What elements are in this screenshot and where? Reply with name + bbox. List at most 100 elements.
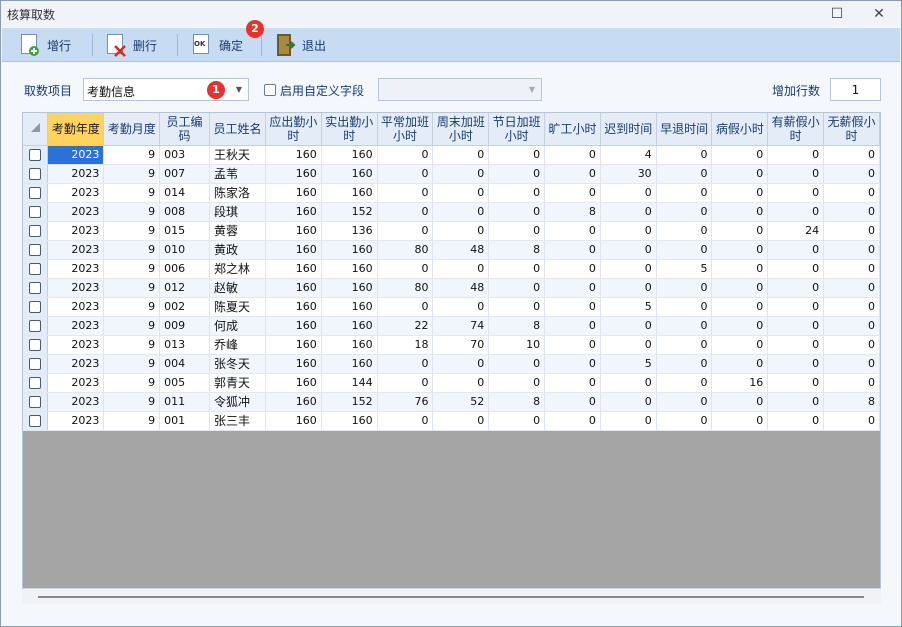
- table-cell[interactable]: 0: [544, 354, 601, 374]
- table-cell[interactable]: 9: [103, 183, 161, 203]
- table-cell[interactable]: 160: [265, 202, 322, 222]
- table-cell[interactable]: 0: [711, 335, 769, 355]
- table-cell[interactable]: 0: [544, 316, 601, 336]
- table-row[interactable]: 2023 9 006 郑之林 160 160 0 0 0 0 0 5 0 0 0: [23, 259, 880, 279]
- table-cell[interactable]: 013: [159, 335, 210, 355]
- table-cell[interactable]: 48: [432, 278, 490, 298]
- table-cell[interactable]: 0: [823, 221, 880, 241]
- table-cell[interactable]: 2023: [47, 164, 105, 184]
- table-cell[interactable]: 0: [377, 145, 434, 165]
- table-cell[interactable]: 2023: [47, 335, 105, 355]
- table-cell[interactable]: 2023: [47, 202, 105, 222]
- table-cell[interactable]: 0: [432, 183, 490, 203]
- custom-field-checkbox[interactable]: [264, 84, 276, 96]
- table-cell[interactable]: 9: [103, 392, 161, 412]
- table-cell[interactable]: 0: [656, 411, 713, 431]
- column-header[interactable]: 迟到时间: [600, 113, 657, 146]
- table-cell[interactable]: 0: [544, 259, 601, 279]
- table-cell[interactable]: 4: [600, 145, 657, 165]
- column-header[interactable]: 周末加班小时: [432, 113, 490, 146]
- table-cell[interactable]: 0: [544, 278, 601, 298]
- row-checkbox[interactable]: [29, 282, 42, 294]
- table-cell[interactable]: 郑之林: [209, 259, 266, 279]
- table-cell[interactable]: 160: [265, 145, 322, 165]
- column-header[interactable]: 员工编码: [159, 113, 210, 146]
- table-cell[interactable]: 0: [377, 373, 434, 393]
- table-cell[interactable]: 160: [321, 240, 378, 260]
- close-icon[interactable]: ✕: [869, 4, 889, 24]
- table-cell[interactable]: 160: [265, 278, 322, 298]
- table-cell[interactable]: 0: [544, 392, 601, 412]
- table-row[interactable]: 2023 9 013 乔峰 160 160 18 70 10 0 0 0 0 0 0: [23, 335, 880, 355]
- row-checkbox[interactable]: [29, 149, 42, 161]
- table-cell[interactable]: 0: [544, 164, 601, 184]
- table-cell[interactable]: 0: [600, 240, 657, 260]
- table-cell[interactable]: 0: [600, 316, 657, 336]
- table-cell[interactable]: 160: [265, 240, 322, 260]
- table-cell[interactable]: 0: [767, 335, 825, 355]
- table-cell[interactable]: 黄蓉: [209, 221, 266, 241]
- table-cell[interactable]: 孟苇: [209, 164, 266, 184]
- table-cell[interactable]: 160: [321, 145, 378, 165]
- table-cell[interactable]: 0: [656, 316, 713, 336]
- table-cell[interactable]: 0: [656, 164, 713, 184]
- row-checkbox-cell[interactable]: [23, 221, 49, 241]
- table-cell[interactable]: 007: [159, 164, 210, 184]
- table-cell[interactable]: 52: [432, 392, 490, 412]
- table-cell[interactable]: 48: [432, 240, 490, 260]
- table-cell[interactable]: 2023: [47, 240, 105, 260]
- table-cell[interactable]: 0: [711, 202, 769, 222]
- table-cell[interactable]: 0: [432, 202, 490, 222]
- table-cell[interactable]: 2023: [47, 411, 105, 431]
- table-row[interactable]: 2023 9 005 郭青天 160 144 0 0 0 0 0 0 16 0 0: [23, 373, 880, 393]
- add-row-button[interactable]: 增行: [19, 28, 71, 62]
- row-checkbox[interactable]: [29, 206, 42, 218]
- row-checkbox[interactable]: [29, 263, 42, 275]
- table-cell[interactable]: 0: [823, 411, 880, 431]
- table-cell[interactable]: 0: [711, 411, 769, 431]
- table-cell[interactable]: 令狐冲: [209, 392, 266, 412]
- add-rows-input[interactable]: 1: [830, 78, 881, 101]
- row-checkbox-cell[interactable]: [23, 354, 49, 374]
- table-cell[interactable]: 0: [823, 335, 880, 355]
- row-checkbox-cell[interactable]: [23, 259, 49, 279]
- table-cell[interactable]: 0: [823, 354, 880, 374]
- horizontal-scrollbar[interactable]: [22, 588, 881, 604]
- table-cell[interactable]: 0: [600, 278, 657, 298]
- table-cell[interactable]: 0: [488, 221, 546, 241]
- column-header[interactable]: 员工姓名: [209, 113, 266, 146]
- table-cell[interactable]: 9: [103, 164, 161, 184]
- table-cell[interactable]: 8: [823, 392, 880, 412]
- table-cell[interactable]: 0: [767, 164, 825, 184]
- table-cell[interactable]: 0: [544, 297, 601, 317]
- custom-field-select[interactable]: ▼: [378, 78, 542, 101]
- column-header[interactable]: 节日加班小时: [488, 113, 546, 146]
- table-cell[interactable]: 9: [103, 335, 161, 355]
- table-cell[interactable]: 0: [432, 354, 490, 374]
- table-cell[interactable]: 160: [321, 183, 378, 203]
- table-cell[interactable]: 0: [377, 164, 434, 184]
- table-cell[interactable]: 0: [544, 240, 601, 260]
- table-cell[interactable]: 郭青天: [209, 373, 266, 393]
- table-cell[interactable]: 0: [488, 411, 546, 431]
- table-cell[interactable]: 10: [488, 335, 546, 355]
- table-cell[interactable]: 001: [159, 411, 210, 431]
- table-cell[interactable]: 0: [488, 278, 546, 298]
- table-row[interactable]: 2023 9 008 段琪 160 152 0 0 0 8 0 0 0 0 0: [23, 202, 880, 222]
- table-cell[interactable]: 18: [377, 335, 434, 355]
- table-cell[interactable]: 0: [488, 354, 546, 374]
- table-cell[interactable]: 0: [544, 373, 601, 393]
- table-cell[interactable]: 0: [767, 240, 825, 260]
- table-cell[interactable]: 何成: [209, 316, 266, 336]
- table-cell[interactable]: 160: [265, 392, 322, 412]
- table-cell[interactable]: 0: [823, 373, 880, 393]
- table-cell[interactable]: 0: [600, 221, 657, 241]
- table-cell[interactable]: 0: [656, 373, 713, 393]
- table-cell[interactable]: 0: [656, 221, 713, 241]
- row-checkbox[interactable]: [29, 168, 42, 180]
- table-cell[interactable]: 2023: [47, 221, 105, 241]
- table-cell[interactable]: 0: [488, 164, 546, 184]
- table-cell[interactable]: 黄政: [209, 240, 266, 260]
- table-cell[interactable]: 160: [321, 259, 378, 279]
- table-cell[interactable]: 160: [265, 354, 322, 374]
